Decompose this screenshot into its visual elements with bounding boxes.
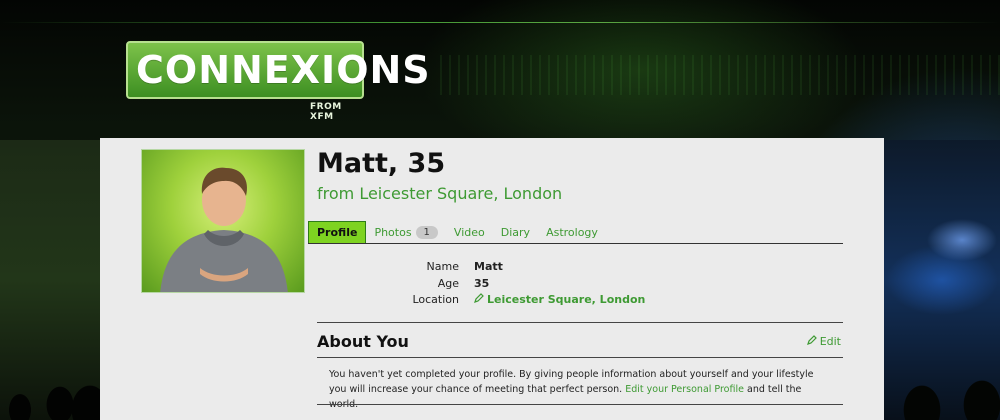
- tab-diary[interactable]: Diary: [493, 222, 538, 243]
- profile-location-heading: from Leicester Square, London: [317, 184, 563, 203]
- connexions-logo[interactable]: CONNEXIONS FROM XFM: [126, 34, 430, 122]
- pencil-icon: [806, 335, 817, 348]
- about-divider-top: [317, 357, 843, 358]
- photos-count-badge: 1: [415, 226, 438, 239]
- tab-astrology-label: Astrology: [546, 226, 598, 239]
- about-edit-button[interactable]: Edit: [806, 335, 841, 348]
- name-value: Matt: [474, 260, 503, 273]
- name-label: Name: [426, 260, 459, 273]
- header-light-streak: [440, 55, 1000, 95]
- tab-video-label: Video: [453, 226, 485, 239]
- edit-personal-profile-link[interactable]: Edit your Personal Profile: [625, 384, 744, 395]
- age-value: 35: [474, 276, 490, 290]
- logo-subtext: FROM XFM: [310, 102, 342, 122]
- crowd-image-left: [0, 140, 100, 420]
- profile-name-age: Matt, 35: [317, 148, 446, 179]
- about-text: You haven't yet completed your profile. …: [329, 367, 829, 412]
- header-glow-line: [0, 22, 1000, 23]
- about-you-heading: About You: [317, 332, 409, 351]
- profile-info-values: Matt 35 Leicester Square, London: [474, 259, 645, 309]
- location-label: Location: [412, 293, 459, 306]
- edit-label: Edit: [819, 335, 841, 348]
- location-value: Leicester Square, London: [487, 293, 646, 306]
- tab-astrology[interactable]: Astrology: [538, 222, 606, 243]
- profile-tabs: Profile Photos 1 Video Diary Astrology: [308, 221, 843, 244]
- logo-text: CONNEXIONS: [136, 48, 431, 92]
- section-divider: [317, 322, 843, 323]
- about-divider-bottom: [317, 404, 843, 405]
- profile-info-labels: Name Age Location: [380, 259, 459, 309]
- location-link[interactable]: Leicester Square, London: [474, 292, 645, 309]
- tab-diary-label: Diary: [500, 226, 531, 239]
- crowd-image-right: [882, 140, 1000, 420]
- pencil-icon: [474, 292, 484, 309]
- tab-profile[interactable]: Profile: [308, 221, 367, 243]
- tab-profile-label: Profile: [317, 226, 358, 239]
- tab-photos[interactable]: Photos 1: [366, 222, 445, 243]
- age-label: Age: [437, 276, 459, 290]
- profile-photo[interactable]: [141, 149, 305, 293]
- tab-video[interactable]: Video: [446, 222, 493, 243]
- tab-photos-label: Photos: [374, 226, 412, 239]
